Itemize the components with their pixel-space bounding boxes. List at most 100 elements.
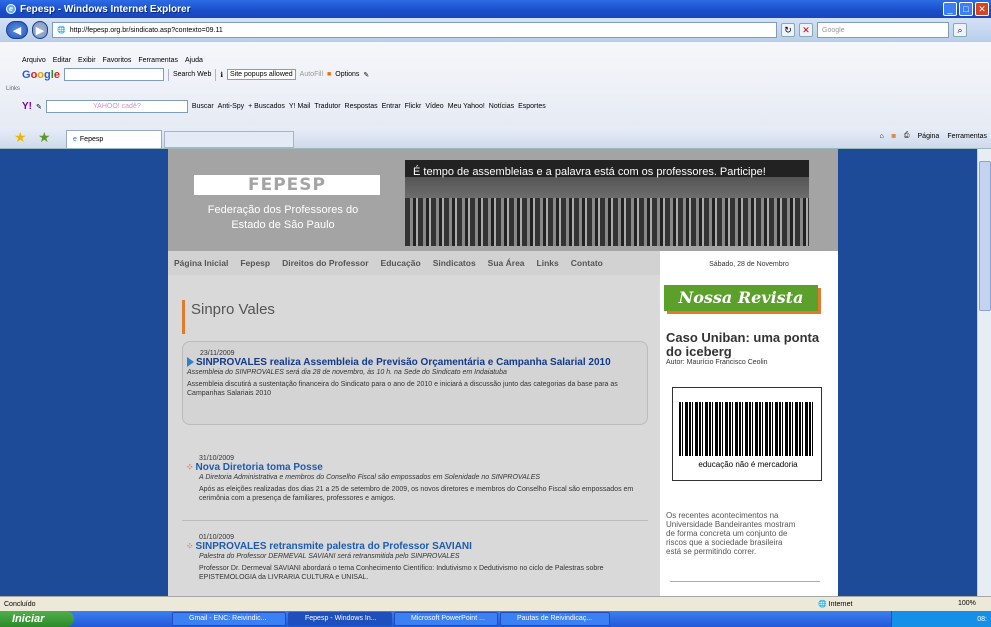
info-icon[interactable]: ℹ bbox=[220, 71, 223, 79]
favorites-star-icon[interactable]: ★ bbox=[14, 129, 27, 146]
crowd-photo bbox=[405, 198, 809, 246]
site-logo[interactable]: FEPESP bbox=[194, 175, 380, 195]
blogger-icon[interactable]: ■ bbox=[327, 71, 331, 78]
home-icon[interactable]: ⌂ bbox=[879, 133, 883, 140]
autofill-button[interactable]: AutoFill bbox=[300, 71, 323, 78]
address-row: ◀ ▶ 🌐 http://fepesp.org.br/sindicato.asp… bbox=[0, 18, 991, 42]
stop-icon[interactable]: ✕ bbox=[799, 23, 813, 37]
security-zone: 🌐 Internet bbox=[818, 601, 853, 608]
google-toolbar: Google Search Web ℹ Site popups allowed … bbox=[22, 68, 369, 81]
yahoo-item[interactable]: Vídeo bbox=[425, 103, 443, 110]
header-banner[interactable]: É tempo de assembleias e a palavra está … bbox=[405, 160, 809, 246]
popups-button[interactable]: Site popups allowed bbox=[227, 69, 296, 80]
bullet-icon: ⁘ bbox=[186, 462, 194, 472]
yahoo-icon[interactable]: Y! bbox=[22, 101, 32, 112]
news-date: 23/11/2009 bbox=[200, 350, 235, 357]
clock: 08: bbox=[977, 615, 987, 623]
forward-button[interactable]: ▶ bbox=[32, 21, 48, 39]
minimize-button[interactable]: _ bbox=[943, 2, 957, 16]
nav-item[interactable]: Direitos do Professor bbox=[282, 258, 368, 268]
print-icon[interactable]: ⎙ bbox=[904, 132, 910, 140]
news-item: 01/10/2009 ⁘ SINPROVALES retransmite pale… bbox=[182, 534, 648, 582]
web-page: FEPESP Federação dos Professores do Esta… bbox=[168, 149, 838, 596]
ie-logo-icon: e bbox=[6, 4, 16, 14]
page-menu[interactable]: Página bbox=[918, 133, 940, 140]
sidebar-headline[interactable]: Caso Uniban: uma ponta do iceberg bbox=[666, 331, 826, 359]
divider bbox=[670, 581, 820, 582]
yahoo-toolbar: Y! ✎ YAHOO! cadê? Buscar Anti-Spy + Busc… bbox=[22, 100, 546, 113]
tab-fepesp[interactable]: e Fepesp bbox=[66, 130, 162, 148]
google-search-field[interactable] bbox=[63, 68, 164, 81]
revista-banner[interactable]: Nossa Revista bbox=[664, 285, 818, 311]
yahoo-search-input[interactable]: YAHOO! cadê? bbox=[45, 100, 188, 113]
bullet-icon: ⁘ bbox=[186, 541, 194, 551]
zoom-level[interactable]: 100% bbox=[958, 600, 976, 607]
yahoo-item[interactable]: Anti-Spy bbox=[218, 103, 244, 110]
maximize-button[interactable]: □ bbox=[959, 2, 973, 16]
address-bar[interactable]: 🌐 http://fepesp.org.br/sindicato.asp?con… bbox=[52, 22, 777, 38]
yahoo-item[interactable]: Flickr bbox=[405, 103, 422, 110]
featured-news[interactable]: 23/11/2009 SINPROVALES realiza Assemblei… bbox=[182, 341, 648, 425]
yahoo-item[interactable]: Y! Mail bbox=[289, 103, 310, 110]
news-body: Professor Dr. Dermeval SAVIANI abordará … bbox=[199, 565, 604, 581]
yahoo-item[interactable]: + Buscados bbox=[248, 103, 285, 110]
start-button[interactable]: Iniciar bbox=[0, 611, 74, 627]
barcode-bars bbox=[679, 402, 815, 456]
nav-item[interactable]: Links bbox=[537, 258, 559, 268]
nav-item[interactable]: Educação bbox=[381, 258, 421, 268]
nav-item[interactable]: Página Inicial bbox=[174, 258, 228, 268]
menu-item[interactable]: Editar bbox=[53, 57, 71, 64]
options-button[interactable]: Options bbox=[335, 71, 359, 78]
scrollbar-thumb[interactable] bbox=[979, 161, 991, 311]
nav-item[interactable]: Sua Área bbox=[488, 258, 525, 268]
search-icon[interactable]: ⌕ bbox=[953, 23, 967, 37]
news-title[interactable]: SINPROVALES retransmite palestra do Prof… bbox=[196, 541, 472, 552]
page-icon: 🌐 bbox=[57, 27, 66, 34]
vertical-scrollbar[interactable] bbox=[977, 149, 991, 596]
menu-item[interactable]: Ajuda bbox=[185, 57, 203, 64]
nav-item[interactable]: Contato bbox=[571, 258, 603, 268]
news-subtitle: Palestra do Professor DERMEVAL SAVIANI s… bbox=[199, 553, 460, 560]
site-header: FEPESP Federação dos Professores do Esta… bbox=[168, 149, 838, 251]
yahoo-item[interactable]: Esportes bbox=[518, 103, 546, 110]
menu-item[interactable]: Ferramentas bbox=[138, 57, 178, 64]
nav-item[interactable]: Fepesp bbox=[240, 258, 270, 268]
yahoo-item[interactable]: Respostas bbox=[345, 103, 378, 110]
banner-text: É tempo de assembleias e a palavra está … bbox=[413, 166, 766, 178]
news-title[interactable]: SINPROVALES realiza Assembleia de Previs… bbox=[196, 357, 611, 368]
menu-item[interactable]: Arquivo bbox=[22, 57, 46, 64]
search-web-button[interactable]: Search Web bbox=[173, 71, 211, 78]
sidebar-author: Autor: Maurício Francisco Ceolin bbox=[666, 359, 768, 366]
yahoo-item[interactable]: Notícias bbox=[489, 103, 514, 110]
yahoo-item[interactable]: Tradutor bbox=[314, 103, 340, 110]
close-button[interactable]: ✕ bbox=[975, 2, 989, 16]
taskbar-item[interactable]: Microsoft PowerPoint ... bbox=[394, 612, 498, 626]
menu-item[interactable]: Exibir bbox=[78, 57, 96, 64]
url-text: http://fepesp.org.br/sindicato.asp?conte… bbox=[69, 26, 223, 34]
divider bbox=[182, 520, 648, 521]
nav-item[interactable]: Sindicatos bbox=[433, 258, 476, 268]
new-tab-button[interactable] bbox=[164, 131, 294, 148]
yahoo-item[interactable]: Buscar bbox=[192, 103, 214, 110]
news-title[interactable]: Nova Diretoria toma Posse bbox=[196, 462, 323, 473]
menu-item[interactable]: Favoritos bbox=[103, 57, 132, 64]
links-label: Links bbox=[6, 86, 21, 92]
refresh-icon[interactable]: ↻ bbox=[781, 23, 795, 37]
status-bar: Concluído 🌐 Internet 100% bbox=[0, 596, 991, 611]
search-input[interactable]: Google bbox=[817, 22, 949, 38]
news-body: Assembleia discutirá a sustentação finan… bbox=[187, 381, 618, 397]
feeds-icon[interactable]: ◙ bbox=[892, 133, 896, 140]
add-favorite-icon[interactable]: ★ bbox=[38, 129, 51, 146]
barcode-image[interactable]: educação não é mercadoria bbox=[672, 387, 822, 481]
menu-bar: Arquivo Editar Exibir Favoritos Ferramen… bbox=[22, 57, 203, 64]
yahoo-item[interactable]: Meu Yahoo! bbox=[448, 103, 485, 110]
taskbar-item[interactable]: Gmail - ENC: Reivindic... bbox=[172, 612, 286, 626]
tools-menu[interactable]: Ferramentas bbox=[947, 133, 987, 140]
yahoo-item[interactable]: Entrar bbox=[382, 103, 401, 110]
back-button[interactable]: ◀ bbox=[6, 21, 28, 39]
pencil-icon[interactable]: ✎ bbox=[363, 71, 369, 79]
google-logo[interactable]: Google bbox=[22, 69, 60, 81]
taskbar-item[interactable]: Pautas de Reivindicaç... bbox=[500, 612, 610, 626]
pencil-icon[interactable]: ✎ bbox=[36, 103, 42, 111]
taskbar-item[interactable]: Fepesp - Windows In... bbox=[288, 612, 392, 626]
